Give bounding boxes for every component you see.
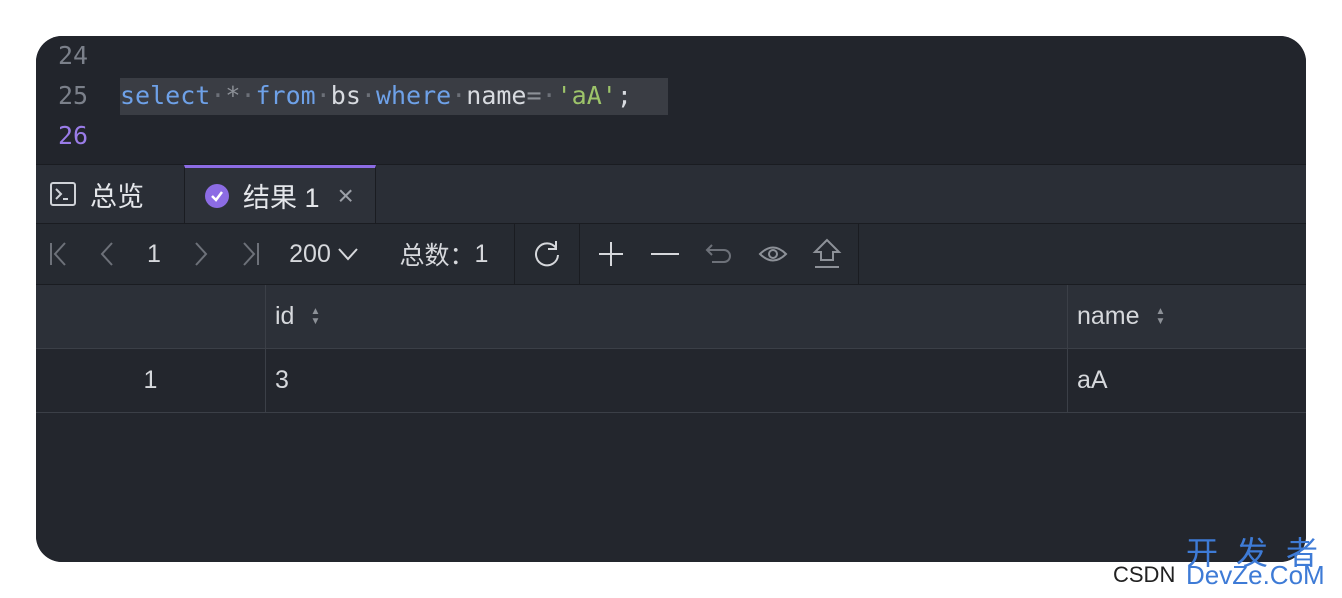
close-icon[interactable]: × [338, 180, 354, 212]
eye-icon [758, 246, 788, 262]
column-label: name [1077, 302, 1140, 330]
chevron-right-icon [195, 242, 208, 266]
prev-page-button[interactable] [80, 224, 134, 284]
first-page-icon [50, 242, 66, 266]
result-toolbar: 1 200 总数： 1 [36, 224, 1306, 285]
total-label: 总数： [399, 242, 475, 270]
total-count: 总数： 1 [374, 224, 514, 284]
refresh-icon [535, 241, 559, 267]
tab-overview[interactable]: 总览 [36, 165, 184, 223]
preview-button[interactable] [750, 224, 796, 284]
code-editor[interactable]: 24 25 select·*·from·bs·where·name=·'aA';… [36, 36, 1306, 164]
sort-icon[interactable]: ▲ ▼ [1156, 306, 1166, 327]
last-page-button[interactable] [228, 224, 274, 284]
cell-id[interactable]: 3 [275, 349, 1065, 412]
minus-icon [651, 253, 679, 255]
table-row[interactable]: 1 3 aA [36, 349, 1306, 413]
tab-label: 总览 [90, 181, 144, 212]
line-number: 25 [58, 81, 89, 110]
undo-button[interactable] [688, 224, 750, 284]
upload-button[interactable] [796, 224, 858, 284]
result-tabbar: 总览 结果 1 × [36, 164, 1306, 224]
upload-icon [812, 238, 842, 268]
plus-icon [599, 242, 623, 266]
terminal-icon [50, 182, 76, 206]
chevron-left-icon [100, 242, 113, 266]
sql-editor-window: 24 25 select·*·from·bs·where·name=·'aA';… [36, 36, 1306, 562]
add-row-button[interactable] [580, 224, 642, 284]
column-divider [1067, 285, 1068, 412]
sort-icon[interactable]: ▲ ▼ [310, 306, 320, 327]
refresh-button[interactable] [515, 224, 579, 284]
page-size-select[interactable]: 200 [274, 224, 374, 284]
tab-result-1[interactable]: 结果 1 × [184, 165, 376, 223]
undo-icon [705, 244, 731, 263]
column-divider [265, 285, 266, 412]
watermark-site: DevZe.CoM [1186, 560, 1325, 590]
total-value: 1 [474, 239, 489, 268]
column-header-id[interactable]: id ▲ ▼ [275, 285, 1065, 348]
line-number: 26 [58, 121, 89, 150]
column-header-name[interactable]: name ▲ ▼ [1077, 285, 1306, 348]
divider [858, 224, 859, 284]
delete-row-button[interactable] [642, 224, 688, 284]
row-index: 1 [143, 366, 158, 394]
chevron-down-icon [338, 248, 358, 261]
line-number: 24 [58, 41, 89, 70]
page-number[interactable]: 1 [134, 224, 174, 284]
watermark-csdn: CSDN [1113, 562, 1176, 587]
page-size-value: 200 [289, 239, 331, 268]
tab-label: 结果 1 [243, 183, 320, 213]
check-circle-icon [205, 183, 229, 208]
cell-name[interactable]: aA [1077, 349, 1306, 412]
next-page-button[interactable] [174, 224, 228, 284]
column-label: id [275, 302, 295, 330]
first-page-button[interactable] [36, 224, 80, 284]
editor-line: 24 [36, 36, 1306, 76]
table-header: id ▲ ▼ name ▲ ▼ [36, 285, 1306, 349]
sql-code[interactable]: select·*·from·bs·where·name=·'aA'; [120, 76, 632, 116]
editor-line: 26 [36, 116, 1306, 156]
editor-line: 25 select·*·from·bs·where·name=·'aA'; [36, 76, 1306, 116]
result-grid: id ▲ ▼ name ▲ ▼ 1 3 aA [36, 285, 1306, 562]
last-page-icon [243, 242, 259, 266]
